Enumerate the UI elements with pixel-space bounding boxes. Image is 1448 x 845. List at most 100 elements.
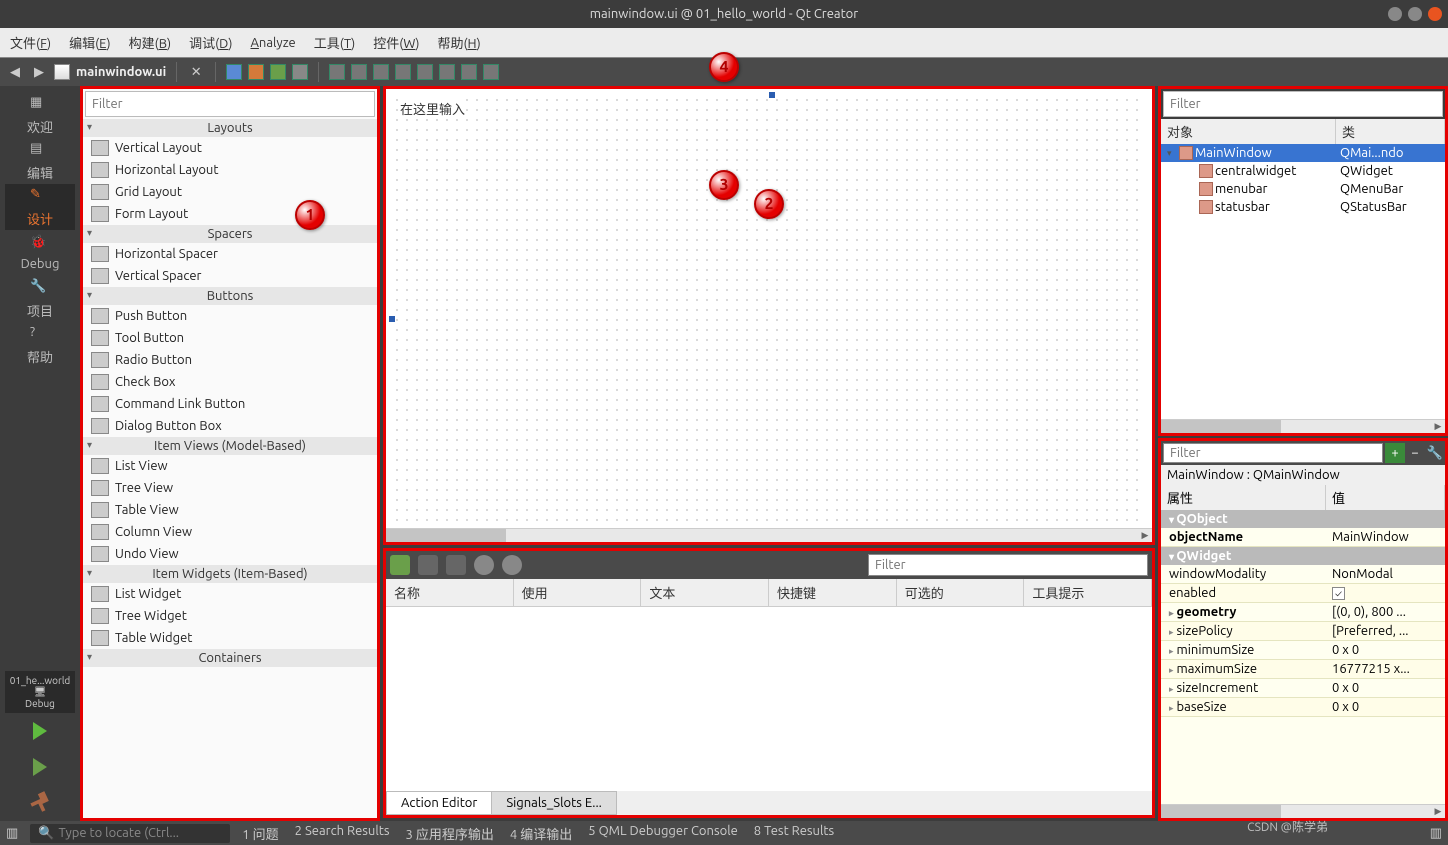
property-row[interactable]: ▸geometry[(0, 0), 800 ...: [1161, 603, 1445, 622]
property-row[interactable]: ▸baseSize0 x 0: [1161, 698, 1445, 717]
toggle-right-icon[interactable]: ▥: [1430, 826, 1442, 841]
layout-v-icon[interactable]: [351, 64, 367, 80]
category-header[interactable]: Spacers: [83, 225, 377, 243]
widget-item[interactable]: Horizontal Layout: [83, 159, 377, 181]
configure-property-icon[interactable]: 🔧: [1425, 443, 1445, 463]
object-row[interactable]: menubarQMenuBar: [1161, 180, 1445, 198]
action-column[interactable]: 快捷键: [769, 579, 897, 606]
run-button[interactable]: [5, 713, 75, 749]
resize-handle[interactable]: [389, 316, 395, 322]
resize-handle[interactable]: [769, 92, 775, 98]
property-col-value[interactable]: 值: [1326, 485, 1445, 510]
object-row[interactable]: statusbarQStatusBar: [1161, 198, 1445, 216]
close-button[interactable]: [1428, 7, 1442, 21]
menu-item[interactable]: 帮助(H): [437, 33, 480, 52]
category-header[interactable]: Buttons: [83, 287, 377, 305]
mode-Debug[interactable]: 🐞Debug: [5, 230, 75, 276]
object-row[interactable]: ▾MainWindowQMai...ndo: [1161, 144, 1445, 162]
property-row[interactable]: objectNameMainWindow: [1161, 528, 1445, 547]
object-col-name[interactable]: 对象: [1161, 119, 1336, 144]
adjust-size-icon[interactable]: [483, 64, 499, 80]
new-action-icon[interactable]: [390, 555, 410, 575]
action-column[interactable]: 工具提示: [1024, 579, 1152, 606]
widget-item[interactable]: List View: [83, 455, 377, 477]
mode-编辑[interactable]: ▤编辑: [5, 138, 75, 184]
widget-item[interactable]: Undo View: [83, 543, 377, 565]
nav-fwd-icon[interactable]: ▶: [30, 65, 48, 80]
menu-item[interactable]: 控件(W): [373, 33, 419, 52]
maximize-button[interactable]: [1408, 7, 1422, 21]
mode-欢迎[interactable]: ▦欢迎: [5, 92, 75, 138]
property-row[interactable]: ▸maximumSize16777215 x...: [1161, 660, 1445, 679]
layout-form-icon[interactable]: [439, 64, 455, 80]
property-row[interactable]: ▸sizeIncrement0 x 0: [1161, 679, 1445, 698]
edit-buddies-icon[interactable]: [270, 64, 286, 80]
delete-action-icon[interactable]: [474, 555, 494, 575]
canvas-h-scrollbar[interactable]: ▶: [386, 528, 1152, 542]
close-doc-icon[interactable]: ✕: [187, 63, 205, 81]
menu-item[interactable]: 构建(B): [129, 33, 171, 52]
widget-item[interactable]: Radio Button: [83, 349, 377, 371]
category-header[interactable]: Item Views (Model-Based): [83, 437, 377, 455]
expand-icon[interactable]: ▸: [1169, 703, 1174, 713]
widget-item[interactable]: Push Button: [83, 305, 377, 327]
project-selector[interactable]: 01_he...world🖥Debug: [5, 671, 75, 713]
object-tree[interactable]: ▾MainWindowQMai...ndocentralwidgetQWidge…: [1161, 144, 1445, 419]
nav-back-icon[interactable]: ◀: [6, 65, 24, 80]
category-header[interactable]: Layouts: [83, 119, 377, 137]
expand-icon[interactable]: ▾: [1167, 148, 1177, 159]
action-tab[interactable]: Signals_Slots E...: [491, 791, 617, 815]
widget-item[interactable]: List Widget: [83, 583, 377, 605]
menu-item[interactable]: 文件(F): [10, 33, 51, 52]
mode-设计[interactable]: ✎设计: [5, 184, 75, 230]
layout-h-icon[interactable]: [329, 64, 345, 80]
expand-icon[interactable]: ▸: [1169, 646, 1174, 656]
widgetbox-filter-input[interactable]: [85, 91, 375, 117]
widget-item[interactable]: Vertical Layout: [83, 137, 377, 159]
break-layout-icon[interactable]: [461, 64, 477, 80]
property-group[interactable]: QWidget: [1161, 547, 1445, 565]
expand-icon[interactable]: ▸: [1169, 608, 1174, 618]
mode-项目[interactable]: 🔧项目: [5, 276, 75, 322]
widget-item[interactable]: Grid Layout: [83, 181, 377, 203]
remove-property-icon[interactable]: −: [1405, 443, 1425, 463]
action-column[interactable]: 名称: [386, 579, 514, 606]
property-value[interactable]: NonModal: [1326, 565, 1445, 583]
menu-placeholder[interactable]: 在这里输入: [400, 99, 465, 118]
build-button[interactable]: [5, 785, 75, 821]
action-column[interactable]: 文本: [641, 579, 769, 606]
widget-item[interactable]: Tree Widget: [83, 605, 377, 627]
edit-widgets-icon[interactable]: [226, 64, 242, 80]
add-property-icon[interactable]: +: [1385, 443, 1405, 463]
action-table-body[interactable]: [386, 607, 1152, 791]
menu-item[interactable]: 工具(T): [314, 33, 355, 52]
locator-input[interactable]: 🔍 Type to locate (Ctrl...: [30, 824, 230, 843]
widget-item[interactable]: Tree View: [83, 477, 377, 499]
run-debug-button[interactable]: [5, 749, 75, 785]
widget-item[interactable]: Table Widget: [83, 627, 377, 649]
category-header[interactable]: Containers: [83, 649, 377, 667]
property-h-scrollbar[interactable]: ▶: [1161, 804, 1445, 818]
property-row[interactable]: windowModalityNonModal: [1161, 565, 1445, 584]
property-row[interactable]: enabled✓: [1161, 584, 1445, 603]
widget-item[interactable]: Form Layout: [83, 203, 377, 225]
output-pane-button[interactable]: 1问题: [242, 824, 278, 843]
widget-item[interactable]: Horizontal Spacer: [83, 243, 377, 265]
action-column[interactable]: 可选的: [897, 579, 1025, 606]
property-value[interactable]: 0 x 0: [1326, 698, 1445, 716]
action-column[interactable]: 使用: [514, 579, 642, 606]
paste-action-icon[interactable]: [446, 555, 466, 575]
action-filter-input[interactable]: [868, 554, 1148, 576]
output-pane-button[interactable]: 8Test Results: [754, 824, 834, 843]
expand-icon[interactable]: ▸: [1169, 627, 1174, 637]
widget-item[interactable]: Vertical Spacer: [83, 265, 377, 287]
output-pane-button[interactable]: 2Search Results: [295, 824, 390, 843]
action-tab[interactable]: Action Editor: [386, 791, 492, 815]
object-filter-input[interactable]: [1163, 91, 1443, 117]
widget-item[interactable]: Table View: [83, 499, 377, 521]
widget-item[interactable]: Tool Button: [83, 327, 377, 349]
property-value[interactable]: 0 x 0: [1326, 679, 1445, 697]
property-row[interactable]: ▸minimumSize0 x 0: [1161, 641, 1445, 660]
property-filter-input[interactable]: [1163, 443, 1383, 463]
property-table[interactable]: QObjectobjectNameMainWindowQWidgetwindow…: [1161, 510, 1445, 804]
